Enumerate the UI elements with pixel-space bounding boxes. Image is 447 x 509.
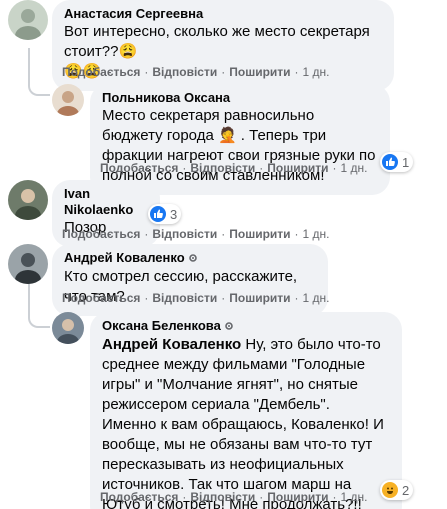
share-button[interactable]: Поширити bbox=[229, 65, 290, 79]
comment-author[interactable]: Оксана Беленкова bbox=[102, 318, 390, 335]
avatar[interactable] bbox=[52, 312, 84, 344]
reply-button[interactable]: Відповісти bbox=[190, 161, 255, 175]
like-button[interactable]: Подобається bbox=[62, 227, 140, 241]
share-button[interactable]: Поширити bbox=[267, 161, 328, 175]
comment-text: Андрей Коваленко Ну, это было что-то сре… bbox=[102, 335, 384, 509]
timestamp[interactable]: 1 дн. bbox=[341, 161, 368, 175]
avatar[interactable] bbox=[8, 180, 48, 220]
comment-actions: Подобається · Відповісти · Поширити · 1 дн. bbox=[62, 227, 330, 241]
mention-link[interactable]: Андрей Коваленко bbox=[102, 336, 241, 353]
comment-author[interactable]: Андрей Коваленко bbox=[64, 250, 316, 267]
share-button[interactable]: Поширити bbox=[229, 291, 290, 305]
reaction-count[interactable]: 2 bbox=[380, 480, 414, 500]
like-icon bbox=[382, 154, 398, 170]
comment-actions: Подобається · Відповісти · Поширити · 1 дн. bbox=[100, 161, 368, 175]
reply-button[interactable]: Відповісти bbox=[152, 227, 217, 241]
like-icon bbox=[150, 206, 166, 222]
reaction-count[interactable]: 3 bbox=[148, 204, 182, 224]
thread-line bbox=[28, 48, 50, 96]
comment-actions: Подобається · Відповісти · Поширити · 1 дн. bbox=[100, 490, 368, 504]
avatar[interactable] bbox=[52, 84, 84, 116]
reply-button[interactable]: Відповісти bbox=[190, 490, 255, 504]
reaction-count[interactable]: 1 bbox=[380, 152, 414, 172]
reply-button[interactable]: Відповісти bbox=[152, 291, 217, 305]
like-button[interactable]: Подобається bbox=[62, 291, 140, 305]
like-button[interactable]: Подобається bbox=[100, 161, 178, 175]
comment-author[interactable]: Ivan Nikolaenko bbox=[64, 186, 148, 218]
haha-icon bbox=[382, 482, 398, 498]
avatar[interactable] bbox=[8, 244, 48, 284]
timestamp[interactable]: 1 дн. bbox=[303, 65, 330, 79]
reply-button[interactable]: Відповісти bbox=[152, 65, 217, 79]
like-button[interactable]: Подобається bbox=[100, 490, 178, 504]
gear-icon bbox=[224, 319, 234, 335]
timestamp[interactable]: 1 дн. bbox=[303, 291, 330, 305]
comment-actions: Подобається · Відповісти · Поширити · 1 дн. bbox=[62, 291, 330, 305]
comment-author[interactable]: Анастасия Сергеевна bbox=[64, 6, 382, 22]
like-button[interactable]: Подобається bbox=[62, 65, 140, 79]
share-button[interactable]: Поширити bbox=[267, 490, 328, 504]
timestamp[interactable]: 1 дн. bbox=[303, 227, 330, 241]
share-button[interactable]: Поширити bbox=[229, 227, 290, 241]
comment-author[interactable]: Польникова Оксана bbox=[102, 90, 378, 106]
comment-bubble: Польникова Оксана Место секретаря равнос… bbox=[90, 84, 390, 195]
comment-actions: Подобається · Відповісти · Поширити · 1 дн. bbox=[62, 65, 330, 79]
gear-icon bbox=[188, 251, 198, 267]
comment-text: Вот интересно, сколько же место секретар… bbox=[64, 23, 370, 60]
timestamp[interactable]: 1 дн. bbox=[341, 490, 368, 504]
comment-bubble: Оксана Беленкова Андрей Коваленко Ну, эт… bbox=[90, 312, 402, 509]
avatar[interactable] bbox=[8, 0, 48, 40]
